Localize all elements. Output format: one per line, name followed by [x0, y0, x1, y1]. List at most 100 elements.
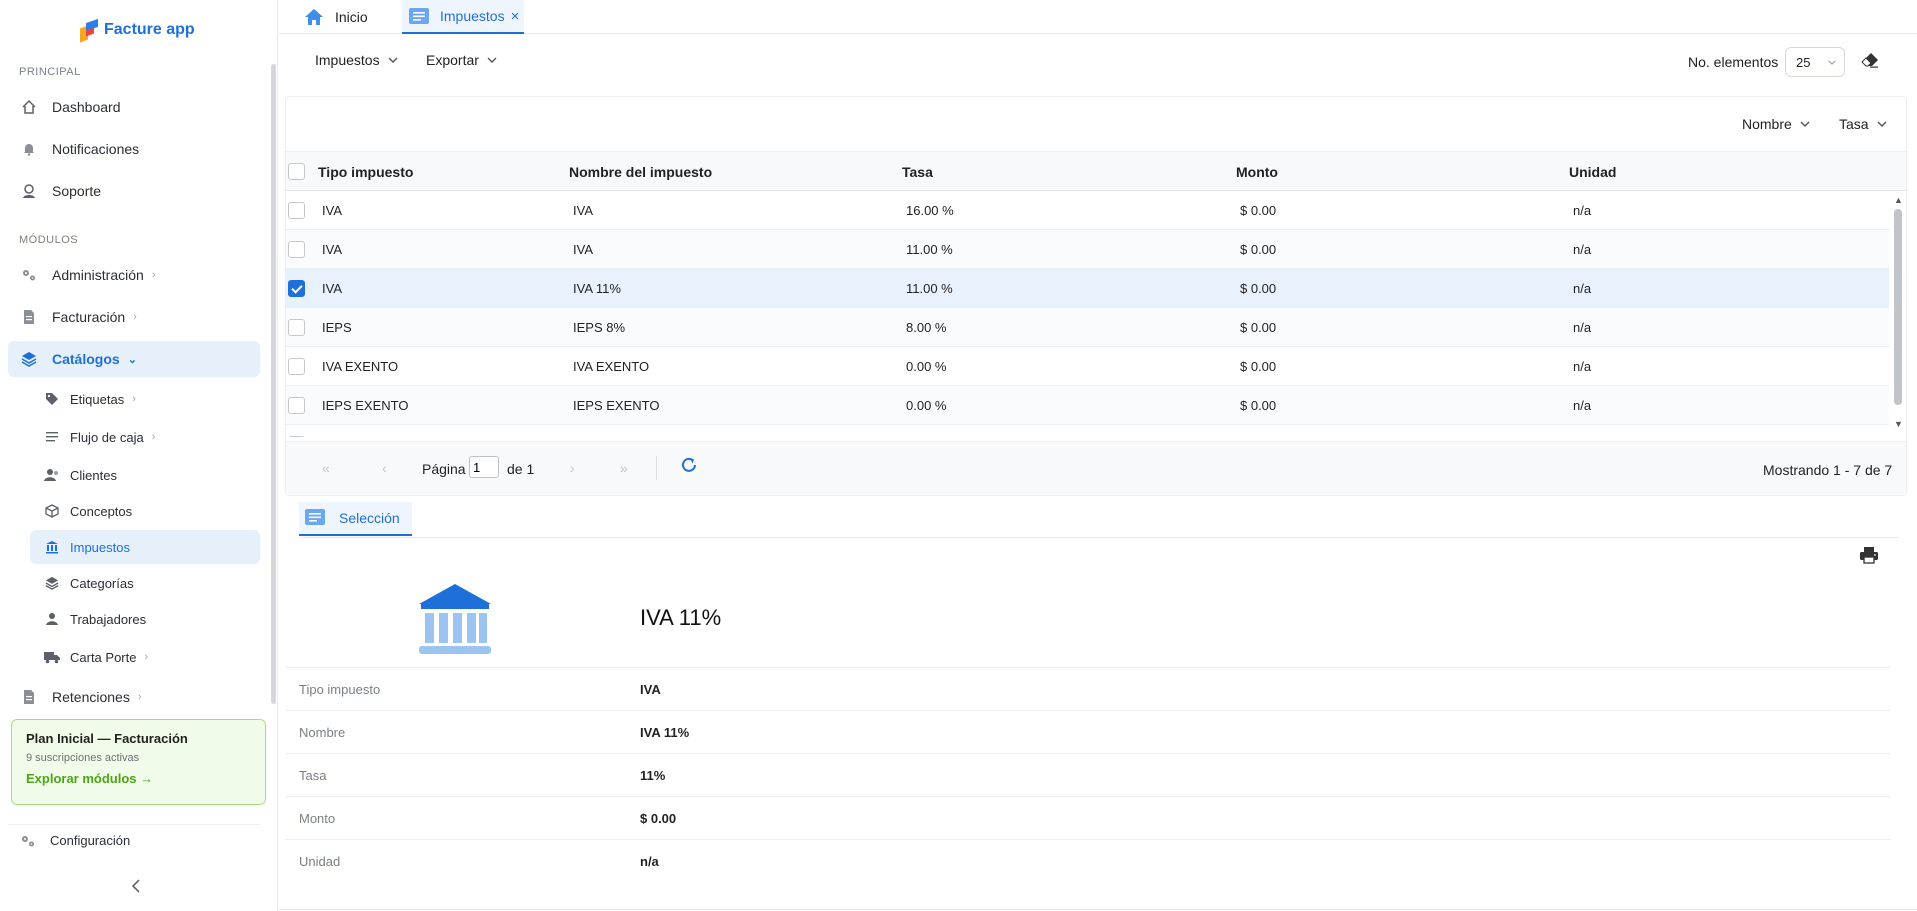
- sidebar-subitem-carta-porte[interactable]: Carta Porte ›: [30, 640, 260, 674]
- print-button[interactable]: [1859, 546, 1879, 567]
- column-header-tasa[interactable]: Tasa: [902, 164, 933, 180]
- column-header-tipo[interactable]: Tipo impuesto: [318, 164, 413, 180]
- cell-tasa: 11.00 %: [906, 281, 953, 296]
- column-header-monto[interactable]: Monto: [1236, 164, 1278, 180]
- row-checkbox[interactable]: [288, 319, 305, 336]
- collapse-sidebar-button[interactable]: [131, 879, 141, 898]
- bank-icon: [44, 539, 60, 555]
- cell-tasa: 16.00 %: [906, 203, 954, 218]
- page-number-input[interactable]: [469, 456, 499, 478]
- sidebar-subitem-flujo-de-caja[interactable]: Flujo de caja ›: [30, 420, 260, 454]
- scrollbar-thumb[interactable]: [1894, 209, 1902, 405]
- cell-nombre: IVA: [573, 203, 593, 218]
- app-logo[interactable]: Facture app: [80, 18, 195, 43]
- last-page-icon[interactable]: »: [620, 460, 628, 476]
- tab-inicio[interactable]: Inicio: [299, 0, 372, 34]
- users-icon: [44, 467, 60, 483]
- table-row[interactable]: IVAIVA 00.00 %$ 0.00n/a: [286, 425, 1889, 437]
- impuestos-menu-button[interactable]: Impuestos: [315, 52, 398, 68]
- scroll-up-icon[interactable]: ▲: [1894, 195, 1903, 205]
- sidebar-item-administracion[interactable]: Administración ›: [8, 257, 260, 293]
- table-row[interactable]: IEPS IEPS 8% 8.00 % $ 0.00 n/a: [286, 308, 1889, 347]
- detail-row: Tasa 11%: [285, 753, 1891, 796]
- toolbar: Impuestos Exportar No. elementos 25: [279, 40, 1917, 84]
- detail-label: Tipo impuesto: [299, 682, 381, 697]
- close-tab-icon[interactable]: ×: [511, 8, 520, 25]
- column-header-unidad[interactable]: Unidad: [1569, 164, 1616, 180]
- cell-tasa: 11.00 %: [906, 242, 953, 257]
- chevron-right-icon: ›: [137, 691, 142, 703]
- cell-unidad: n/a: [1573, 320, 1592, 335]
- detail-value: 11%: [640, 768, 666, 783]
- detail-value: IVA: [640, 682, 661, 697]
- sidebar-item-notificaciones[interactable]: Notificaciones: [8, 131, 260, 167]
- scroll-down-icon[interactable]: ▼: [1894, 419, 1903, 429]
- prev-page-icon[interactable]: ‹: [382, 460, 387, 476]
- cell-tipo: IVA: [322, 281, 342, 296]
- sidebar-scrollbar[interactable]: [271, 64, 276, 704]
- sort-row: Nombre Tasa: [286, 97, 1906, 151]
- support-icon: [20, 182, 38, 200]
- plan-card: Plan Inicial — Facturación 9 suscripcion…: [11, 719, 266, 805]
- page-size-select[interactable]: 25: [1785, 47, 1845, 77]
- table-row[interactable]: IVA IVA 16.00 % $ 0.00 n/a: [286, 191, 1889, 230]
- section-title-principal: PRINCIPAL: [19, 66, 81, 78]
- sidebar-item-facturacion[interactable]: Facturación ›: [8, 299, 260, 335]
- detail-label: Unidad: [299, 854, 341, 869]
- sidebar-subitem-clientes[interactable]: Clientes: [30, 458, 260, 492]
- row-checkbox[interactable]: [288, 397, 305, 414]
- tab-impuestos[interactable]: Impuestos ×: [402, 0, 524, 34]
- sidebar-subitem-label: Carta Porte: [70, 649, 137, 665]
- column-header-nombre[interactable]: Nombre del impuesto: [569, 164, 712, 180]
- sort-tasa-label: Tasa: [1839, 116, 1869, 132]
- sidebar-item-dashboard[interactable]: Dashboard: [8, 89, 260, 125]
- row-checkbox[interactable]: [288, 358, 305, 375]
- detail-value: IVA 11%: [640, 725, 690, 740]
- sidebar-subitem-trabajadores[interactable]: Trabajadores: [30, 602, 260, 636]
- printer-icon: [1860, 547, 1878, 564]
- table-row[interactable]: IVA IVA 11% 11.00 % $ 0.00 n/a: [286, 269, 1889, 308]
- detail-row: Nombre IVA 11%: [285, 710, 1891, 753]
- layers-icon: [44, 575, 60, 591]
- select-all-checkbox[interactable]: [288, 163, 305, 180]
- row-checkbox[interactable]: [288, 241, 305, 258]
- sidebar-subitem-conceptos[interactable]: Conceptos: [30, 494, 260, 528]
- table-row[interactable]: IEPS EXENTO IEPS EXENTO 0.00 % $ 0.00 n/a: [286, 386, 1889, 425]
- chevron-down-icon: [1828, 60, 1836, 65]
- sidebar-subitem-label: Categorías: [70, 575, 134, 591]
- selection-title: IVA 11%: [640, 605, 722, 630]
- no-elementos-label: No. elementos: [1688, 54, 1779, 70]
- sidebar-subitem-etiquetas[interactable]: Etiquetas ›: [30, 382, 260, 416]
- sidebar-subitem-impuestos[interactable]: Impuestos: [30, 530, 260, 564]
- sidebar-item-catalogos[interactable]: Catálogos ⌄: [8, 341, 260, 377]
- cell-unidad: n/a: [1573, 398, 1592, 413]
- next-page-icon[interactable]: ›: [570, 460, 575, 476]
- table-scrollbar[interactable]: ▲ ▼: [1892, 195, 1904, 431]
- list-icon: [44, 429, 60, 445]
- row-checkbox[interactable]: [288, 436, 305, 437]
- tab-seleccion[interactable]: Selección: [299, 502, 412, 536]
- cell-tasa: 0.00 %: [906, 359, 947, 374]
- sidebar-item-retenciones[interactable]: Retenciones ›: [8, 679, 260, 715]
- bank-icon: [417, 582, 493, 659]
- refresh-button[interactable]: [680, 456, 698, 477]
- table-row[interactable]: IVA EXENTO IVA EXENTO 0.00 % $ 0.00 n/a: [286, 347, 1889, 386]
- row-checkbox[interactable]: [288, 280, 305, 297]
- detail-row: Tipo impuesto IVA: [285, 667, 1891, 710]
- sidebar: Facture app PRINCIPAL Dashboard Notifica…: [0, 0, 278, 911]
- detail-row: Monto $ 0.00: [285, 796, 1891, 839]
- sort-nombre-button[interactable]: Nombre: [1742, 116, 1810, 132]
- sidebar-subitem-label: Conceptos: [70, 503, 133, 519]
- clear-filters-button[interactable]: [1861, 52, 1879, 71]
- exportar-menu-button[interactable]: Exportar: [426, 52, 497, 68]
- table-row[interactable]: IVA IVA 11.00 % $ 0.00 n/a: [286, 230, 1889, 269]
- logo-mark-icon: [80, 18, 98, 43]
- sort-tasa-button[interactable]: Tasa: [1839, 116, 1887, 132]
- row-checkbox[interactable]: [288, 202, 305, 219]
- cell-tipo: IVA: [322, 242, 342, 257]
- first-page-icon[interactable]: «: [322, 460, 330, 476]
- sidebar-item-soporte[interactable]: Soporte: [8, 173, 260, 209]
- sidebar-subitem-categorias[interactable]: Categorías: [30, 566, 260, 600]
- explore-modules-link[interactable]: Explorar módulos →: [26, 771, 251, 786]
- sidebar-item-configuracion[interactable]: Configuración: [8, 824, 260, 856]
